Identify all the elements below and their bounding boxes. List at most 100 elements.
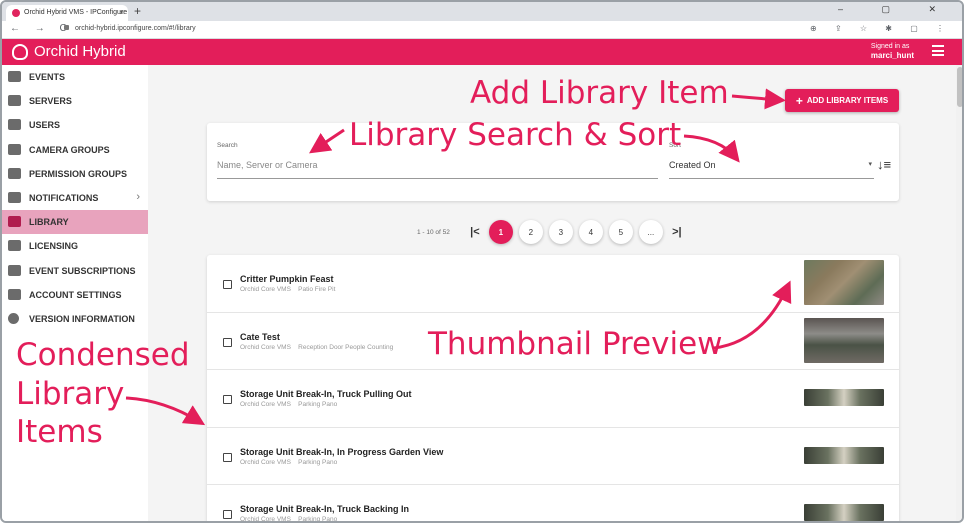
page-ellipsis-button[interactable]: ... xyxy=(638,220,663,244)
url-text: orchid-hybrid.ipconfigure.com/#!/library xyxy=(75,25,196,32)
bookmark-icon xyxy=(8,216,21,228)
item-subtitle: Orchid Core VMS Parking Pano xyxy=(240,458,338,466)
lock-icon xyxy=(64,25,69,30)
add-library-items-button[interactable]: + ADD LIBRARY ITEMS xyxy=(785,89,899,112)
sidebar-item-label: PERMISSION GROUPS xyxy=(29,168,128,179)
page-button-3[interactable]: 3 xyxy=(548,220,573,244)
library-item[interactable]: Storage Unit Break-In, In Progress Garde… xyxy=(207,428,899,485)
scrollbar[interactable] xyxy=(956,65,962,521)
item-subtitle: Orchid Core VMS Parking Pano xyxy=(240,401,338,408)
url-field[interactable]: orchid-hybrid.ipconfigure.com/#!/library xyxy=(64,25,196,32)
app-header: Orchid Hybrid Signed in as marci_hunt xyxy=(2,39,962,65)
scrollbar-thumb[interactable] xyxy=(957,67,962,107)
item-checkbox[interactable] xyxy=(223,510,232,519)
thumbnail-preview[interactable] xyxy=(804,446,884,464)
bell-icon xyxy=(8,191,21,203)
last-page-icon[interactable]: >| xyxy=(666,226,688,238)
item-checkbox[interactable] xyxy=(223,280,232,289)
item-checkbox[interactable] xyxy=(223,452,232,462)
thumbnail-preview[interactable] xyxy=(804,260,884,305)
event-subscriptions-icon xyxy=(8,264,21,276)
page-button-5[interactable]: 5 xyxy=(608,220,633,244)
page-button-4[interactable]: 4 xyxy=(578,220,603,244)
close-tab-icon[interactable]: × xyxy=(119,8,124,17)
page-button-2[interactable]: 2 xyxy=(518,220,543,244)
sidebar-item-version-information[interactable]: VERSION INFORMATION xyxy=(2,307,148,331)
sidebar: EVENTS SERVERS USERS CAMERA GROUPS PERMI… xyxy=(2,65,148,521)
browser-tab[interactable]: Orchid Hybrid VMS - IPConfigure × xyxy=(6,5,128,21)
search-input[interactable]: Name, Server or Camera xyxy=(217,159,658,179)
sidebar-item-label: ACCOUNT SETTINGS xyxy=(29,289,122,300)
item-subtitle: Orchid Core VMS Reception Door People Co… xyxy=(240,343,394,351)
item-title: Storage Unit Break-In, Truck Pulling Out xyxy=(240,389,412,399)
sidebar-item-events[interactable]: EVENTS xyxy=(2,65,148,89)
user-icon xyxy=(8,119,21,131)
thumbnail-preview[interactable] xyxy=(804,504,884,521)
sidebar-item-licensing[interactable]: LICENSING xyxy=(2,234,148,258)
license-icon xyxy=(8,240,21,252)
sidebar-item-label: EVENTS xyxy=(29,72,66,83)
permission-groups-icon xyxy=(8,167,21,179)
annotation-condensed-1: Condensed xyxy=(16,337,190,373)
thumbnail-preview[interactable] xyxy=(804,317,884,363)
item-checkbox[interactable] xyxy=(223,337,232,347)
info-icon xyxy=(8,312,19,324)
library-item[interactable]: Storage Unit Break-In, Truck Backing In … xyxy=(207,485,899,523)
sidebar-item-users[interactable]: USERS xyxy=(2,113,148,137)
sidebar-item-label: NOTIFICATIONS xyxy=(29,193,99,204)
pagination: 1 - 10 of 52 |< 1 2 3 4 5 ... >| xyxy=(417,220,688,244)
tab-bar: Orchid Hybrid VMS - IPConfigure × + – ▢ … xyxy=(2,2,962,21)
sidebar-item-label: EVENT SUBSCRIPTIONS xyxy=(29,265,136,276)
sidebar-item-camera-groups[interactable]: CAMERA GROUPS xyxy=(2,138,148,162)
browser-window: Orchid Hybrid VMS - IPConfigure × + – ▢ … xyxy=(0,0,964,523)
thumbnail-preview[interactable] xyxy=(804,389,884,406)
sort-select[interactable]: Created On ▾ xyxy=(669,159,874,179)
sidebar-item-servers[interactable]: SERVERS xyxy=(2,89,148,113)
sidebar-item-label: VERSION INFORMATION xyxy=(29,313,135,324)
sidebar-item-label: SERVERS xyxy=(29,96,72,107)
item-subtitle: Orchid Core VMS Parking Pano xyxy=(240,516,338,523)
plus-icon: + xyxy=(795,93,803,108)
sidebar-item-label: LICENSING xyxy=(29,241,79,252)
item-title: Critter Pumpkin Feast xyxy=(240,274,334,284)
sidebar-item-label: USERS xyxy=(29,120,61,131)
chevron-down-icon: ▾ xyxy=(868,161,872,168)
chevron-right-icon: › xyxy=(136,190,140,203)
sidebar-item-notifications[interactable]: NOTIFICATIONS › xyxy=(2,186,148,210)
username: marci_hunt xyxy=(870,51,914,60)
window-controls[interactable]: – ▢ ✕ xyxy=(838,4,954,15)
annotation-thumbnail-preview: Thumbnail Preview xyxy=(428,326,723,362)
annotation-add-library-item: Add Library Item xyxy=(470,75,729,111)
sidebar-item-permission-groups[interactable]: PERMISSION GROUPS xyxy=(2,162,148,186)
item-title: Storage Unit Break-In, Truck Backing In xyxy=(240,504,410,514)
sidebar-item-library[interactable]: LIBRARY xyxy=(2,210,148,235)
servers-icon xyxy=(8,95,21,107)
brand[interactable]: Orchid Hybrid xyxy=(12,43,126,60)
library-item[interactable]: Storage Unit Break-In, Truck Pulling Out… xyxy=(207,370,899,428)
signed-in-info: Signed in as marci_hunt xyxy=(871,42,914,60)
sort-direction-icon[interactable]: ↓≡ xyxy=(877,157,891,172)
library-item[interactable]: Critter Pumpkin Feast Orchid Core VMS Pa… xyxy=(207,255,899,313)
new-tab-button[interactable]: + xyxy=(134,4,141,18)
tab-title: Orchid Hybrid VMS - IPConfigure xyxy=(24,9,128,16)
favicon-icon xyxy=(12,9,20,17)
sidebar-item-event-subscriptions[interactable]: EVENT SUBSCRIPTIONS xyxy=(2,259,148,283)
browser-toolbar-icons[interactable]: ⊕ ⇪ ☆ ✱ ▢ ⋮ xyxy=(810,24,952,33)
account-settings-icon xyxy=(8,288,21,300)
library-list: Critter Pumpkin Feast Orchid Core VMS Pa… xyxy=(207,255,899,523)
orchid-logo-icon xyxy=(12,43,28,60)
hamburger-menu-icon[interactable] xyxy=(932,45,944,57)
sidebar-item-label: CAMERA GROUPS xyxy=(29,144,110,155)
address-bar: ← → C orchid-hybrid.ipconfigure.com/#!/l… xyxy=(2,21,962,39)
annotation-condensed-2: Library xyxy=(16,376,125,412)
sidebar-item-account-settings[interactable]: ACCOUNT SETTINGS xyxy=(2,283,148,307)
item-title: Storage Unit Break-In, In Progress Garde… xyxy=(240,446,444,457)
page-count: 1 - 10 of 52 xyxy=(417,228,450,236)
signed-in-label: Signed in as xyxy=(870,43,910,50)
first-page-icon[interactable]: |< xyxy=(464,226,486,238)
item-title: Cate Test xyxy=(240,331,280,342)
brand-name: Orchid Hybrid xyxy=(34,43,126,60)
sort-value: Created On xyxy=(669,160,716,170)
page-button-1[interactable]: 1 xyxy=(488,220,513,244)
item-checkbox[interactable] xyxy=(223,395,232,404)
